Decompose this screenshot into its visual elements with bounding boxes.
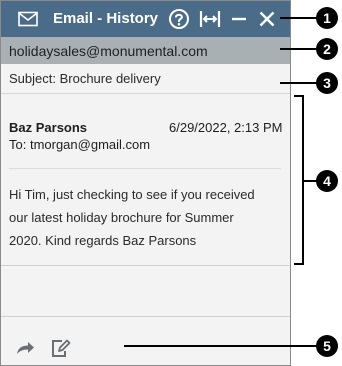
help-icon[interactable] bbox=[168, 8, 190, 30]
expand-width-icon[interactable] bbox=[199, 8, 221, 30]
message-body-line: Hi Tim, just checking to see if you rece… bbox=[9, 187, 255, 202]
callout-leader-3 bbox=[280, 82, 318, 84]
edit-note-icon[interactable] bbox=[49, 337, 71, 359]
message-body-line: our latest holiday brochure for Summer bbox=[9, 210, 234, 225]
annotated-screenshot: Email - History holidaysales@monumental.… bbox=[0, 0, 342, 366]
message-body-line: 2020. Kind regards Baz Parsons bbox=[9, 233, 197, 248]
forward-icon[interactable] bbox=[14, 337, 36, 359]
message-divider bbox=[9, 168, 281, 169]
sender-address-bar: holidaysales@monumental.com bbox=[1, 37, 290, 64]
callout-leader-1 bbox=[280, 17, 318, 19]
callout-3: 3 bbox=[316, 72, 338, 94]
recipient-line: To: tmorgan@gmail.com bbox=[9, 137, 151, 152]
message-item[interactable]: Baz Parsons 6/29/2022, 2:13 PM To: tmorg… bbox=[1, 94, 290, 266]
window-title: Email - History bbox=[53, 10, 159, 27]
email-history-window: Email - History holidaysales@monumental.… bbox=[0, 0, 291, 366]
sender-name: Baz Parsons bbox=[9, 120, 88, 135]
action-footer bbox=[1, 316, 290, 365]
callout-5: 5 bbox=[316, 335, 338, 357]
minimize-icon[interactable] bbox=[228, 8, 250, 30]
callout-1: 1 bbox=[316, 7, 338, 29]
callout-2: 2 bbox=[316, 38, 338, 60]
envelope-icon bbox=[18, 11, 38, 27]
callout-leader-5 bbox=[124, 345, 318, 347]
title-bar: Email - History bbox=[1, 1, 290, 37]
close-icon[interactable] bbox=[256, 8, 278, 30]
callout-4: 4 bbox=[316, 170, 338, 192]
callout-leader-2 bbox=[280, 48, 318, 50]
subject-line: Subject: Brochure delivery bbox=[1, 64, 290, 94]
message-timestamp: 6/29/2022, 2:13 PM bbox=[169, 120, 283, 135]
message-body: Hi Tim, just checking to see if you rece… bbox=[9, 183, 281, 252]
